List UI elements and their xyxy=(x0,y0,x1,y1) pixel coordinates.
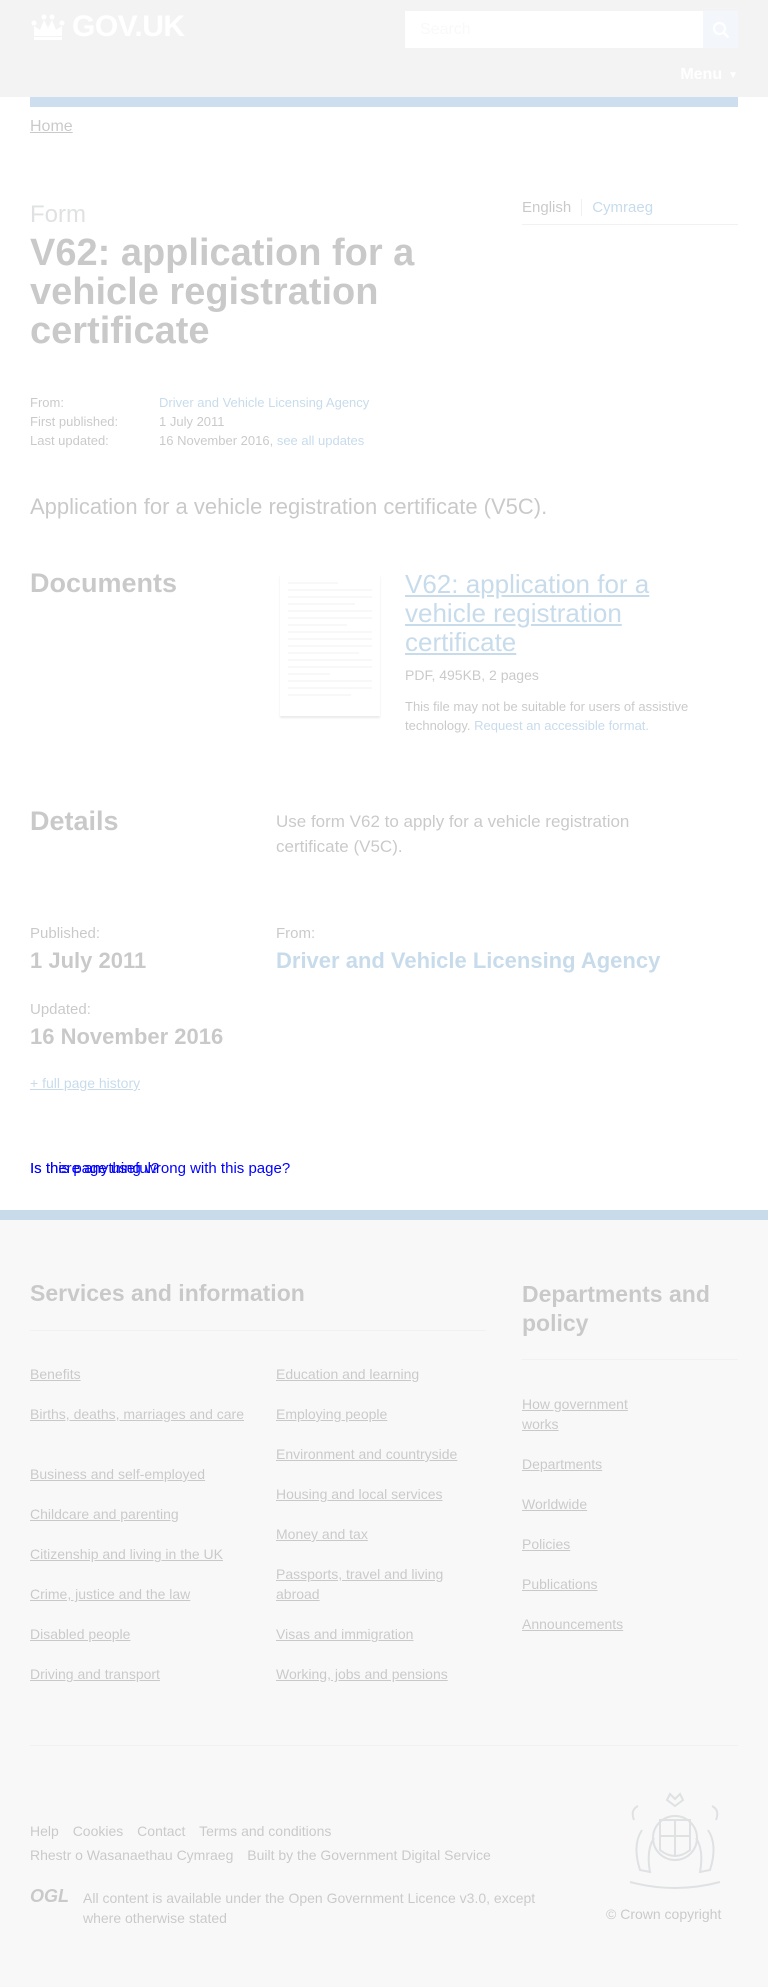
published-label: Published: xyxy=(30,925,101,942)
footer-help-link[interactable]: Help xyxy=(30,1823,59,1839)
language-welsh-link[interactable]: Cymraeg xyxy=(592,199,653,216)
footer-link-policies[interactable]: Policies xyxy=(522,1534,652,1554)
search-form xyxy=(405,11,738,48)
footer-link-working[interactable]: Working, jobs and pensions xyxy=(276,1664,486,1684)
menu-button[interactable]: Menu ▼ xyxy=(680,66,738,84)
lead-paragraph: Application for a vehicle registration c… xyxy=(30,494,548,519)
footer-link-births[interactable]: Births, deaths, marriages and care xyxy=(30,1404,250,1424)
ogl-logo: OGL xyxy=(30,1886,69,1906)
crown-icon xyxy=(31,14,65,40)
footer-meta-links-2: Rhestr o Wasanaethau Cymraeg Built by th… xyxy=(30,1847,491,1863)
footer-link-announcements[interactable]: Announcements xyxy=(522,1614,652,1634)
footer-link-driving[interactable]: Driving and transport xyxy=(30,1664,250,1684)
footer-cookies-link[interactable]: Cookies xyxy=(73,1823,124,1839)
footer-link-how-government-works[interactable]: How government works xyxy=(522,1394,652,1434)
published-value: 1 July 2011 xyxy=(30,948,147,973)
search-icon xyxy=(712,21,729,38)
footer-gds-link[interactable]: Government Digital Service xyxy=(320,1847,490,1863)
footer-services-heading: Services and information xyxy=(30,1280,305,1306)
footer-link-employing[interactable]: Employing people xyxy=(276,1404,486,1424)
footer-link-passports[interactable]: Passports, travel and living abroad xyxy=(276,1564,486,1604)
footer-divider xyxy=(30,1745,738,1746)
language-english: English xyxy=(522,199,583,216)
from-organisation-link[interactable]: Driver and Vehicle Licensing Agency xyxy=(276,948,660,974)
page-caption: Form xyxy=(30,201,86,228)
details-text: Use form V62 to apply for a vehicle regi… xyxy=(276,812,630,856)
footer-link-money[interactable]: Money and tax xyxy=(276,1524,486,1544)
full-page-history-link[interactable]: + full page history xyxy=(30,1075,140,1091)
crown-copyright[interactable]: © Crown copyright xyxy=(606,1906,721,1922)
search-button[interactable] xyxy=(703,11,738,48)
footer-divider xyxy=(30,1330,486,1331)
licence-prefix: All content is available under the xyxy=(83,1890,285,1906)
document-accessibility-note: This file may not be suitable for users … xyxy=(405,697,715,735)
updated-value: 16 November 2016 xyxy=(30,1024,224,1049)
footer-link-benefits[interactable]: Benefits xyxy=(30,1364,250,1384)
footer-link-visas[interactable]: Visas and immigration xyxy=(276,1624,486,1644)
meta-last-updated-date: 16 November 2016, xyxy=(159,433,274,448)
documents-heading: Documents xyxy=(30,568,178,598)
footer-contact-link[interactable]: Contact xyxy=(137,1823,185,1839)
document-title-link[interactable]: V62: application for a vehicle registrat… xyxy=(405,570,695,657)
built-by-text: Built by the xyxy=(247,1847,317,1863)
search-input[interactable] xyxy=(405,11,703,48)
document-thumbnail[interactable] xyxy=(280,574,380,716)
details-heading: Details xyxy=(30,806,119,836)
footer-link-business[interactable]: Business and self-employed xyxy=(30,1464,250,1484)
footer-departments-heading: Departments and policy xyxy=(522,1281,710,1336)
meta-first-published-label: First published: xyxy=(30,414,119,429)
meta-first-published-value: 1 July 2011 xyxy=(159,414,225,429)
updated-label: Updated: xyxy=(30,1001,91,1018)
page-wrong-link[interactable]: Is there anything wrong with this page? xyxy=(30,1160,290,1177)
from-label: From: xyxy=(276,925,316,942)
govuk-logo[interactable]: GOV.UK xyxy=(30,10,185,44)
logo-text: GOV.UK xyxy=(72,10,185,43)
footer-link-departments[interactable]: Departments xyxy=(522,1454,652,1474)
footer-link-publications[interactable]: Publications xyxy=(522,1574,652,1594)
meta-from-label: From: xyxy=(30,395,64,410)
footer-welsh-services-link[interactable]: Rhestr o Wasanaethau Cymraeg xyxy=(30,1847,233,1863)
request-accessible-format-link[interactable]: Request an accessible format. xyxy=(474,718,649,733)
footer-link-worldwide[interactable]: Worldwide xyxy=(522,1494,652,1514)
licence-link[interactable]: Open Government Licence v3.0 xyxy=(288,1890,486,1906)
language-switcher: English Cymraeg xyxy=(522,199,738,225)
footer-link-housing[interactable]: Housing and local services xyxy=(276,1484,486,1504)
site-header: GOV.UK Menu ▼ xyxy=(0,0,768,97)
footer-link-citizenship[interactable]: Citizenship and living in the UK xyxy=(30,1544,260,1564)
document-meta: PDF, 495KB, 2 pages xyxy=(405,667,539,683)
royal-coat-of-arms-icon xyxy=(629,1792,721,1889)
footer-meta-links: Help Cookies Contact Terms and condition… xyxy=(30,1823,341,1839)
meta-last-updated-value: 16 November 2016, see all updates xyxy=(159,431,364,450)
page-title: V62: application for a vehicle registrat… xyxy=(30,232,415,352)
caret-down-icon: ▼ xyxy=(728,69,738,81)
menu-label: Menu xyxy=(680,66,723,83)
footer-link-disabled[interactable]: Disabled people xyxy=(30,1624,250,1644)
meta-last-updated-label: Last updated: xyxy=(30,433,109,448)
title-block: Form V62: application for a vehicle regi… xyxy=(30,200,430,351)
footer-link-environment[interactable]: Environment and countryside xyxy=(276,1444,486,1464)
footer-link-crime[interactable]: Crime, justice and the law xyxy=(30,1584,250,1604)
see-all-updates-link[interactable]: see all updates xyxy=(277,433,364,448)
breadcrumb-home[interactable]: Home xyxy=(30,118,73,136)
licence-text: All content is available under the Open … xyxy=(83,1888,543,1928)
footer-divider xyxy=(522,1359,738,1360)
meta-from-link[interactable]: Driver and Vehicle Licensing Agency xyxy=(159,393,369,412)
metadata: From: Driver and Vehicle Licensing Agenc… xyxy=(30,393,369,450)
footer-link-education[interactable]: Education and learning xyxy=(276,1364,486,1384)
footer-link-childcare[interactable]: Childcare and parenting xyxy=(30,1504,250,1524)
footer-terms-link[interactable]: Terms and conditions xyxy=(199,1823,331,1839)
header-blue-bar xyxy=(30,97,738,107)
